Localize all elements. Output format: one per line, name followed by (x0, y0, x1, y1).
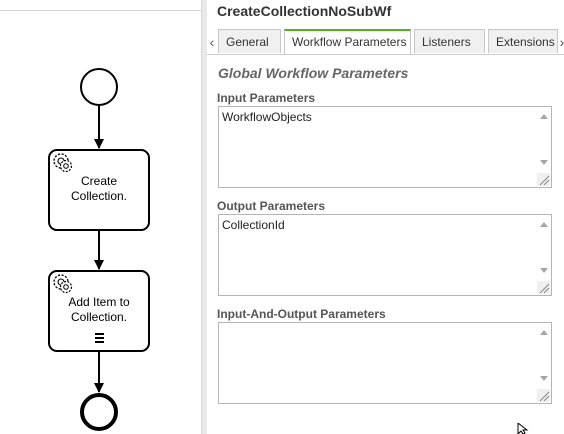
task-create-collection[interactable]: Create Collection. (48, 149, 150, 231)
task-add-item[interactable]: Add Item to Collection. (48, 270, 150, 352)
task1-label-line2: Collection. (71, 189, 127, 203)
properties-panel: CreateCollectionNoSubWf ‹ General Workfl… (207, 0, 564, 434)
tab-general[interactable]: General (218, 29, 281, 53)
tab-listeners[interactable]: Listeners (414, 29, 485, 53)
panel-title: CreateCollectionNoSubWf (217, 3, 392, 19)
output-parameters-label: Output Parameters (217, 199, 326, 213)
resize-grip-icon[interactable] (537, 173, 550, 186)
process-diagram: Create Collection. Add Item to Collectio… (48, 68, 150, 431)
output-parameters-field[interactable]: CollectionId (218, 214, 552, 296)
diagram-canvas[interactable]: Create Collection. Add Item to Collectio… (0, 0, 201, 434)
resize-grip-icon[interactable] (537, 281, 550, 294)
tab-extensions[interactable]: Extensions (488, 29, 558, 53)
output-parameters-value: CollectionId (222, 218, 285, 232)
chevron-right-icon[interactable]: › (557, 32, 564, 52)
input-parameters-label: Input Parameters (217, 91, 316, 105)
inout-parameters-label: Input-And-Output Parameters (217, 307, 386, 321)
start-event[interactable] (80, 68, 118, 106)
task2-label-line1: Add Item to (68, 295, 130, 309)
input-parameters-value: WorkflowObjects (222, 110, 312, 124)
section-title: Global Workflow Parameters (218, 65, 409, 81)
task1-label-line1: Create (81, 174, 117, 188)
input-parameters-field[interactable]: WorkflowObjects (218, 106, 552, 188)
task2-label-line2: Collection. (71, 310, 127, 324)
tab-bar: ‹ General Workflow Parameters Listeners … (207, 29, 564, 55)
inout-parameters-field[interactable] (218, 322, 552, 404)
chevron-left-icon[interactable]: ‹ (207, 32, 217, 52)
cursor-icon (517, 423, 529, 434)
tab-workflow-parameters[interactable]: Workflow Parameters (284, 29, 411, 54)
end-event[interactable] (80, 393, 118, 431)
resize-grip-icon[interactable] (537, 389, 550, 402)
